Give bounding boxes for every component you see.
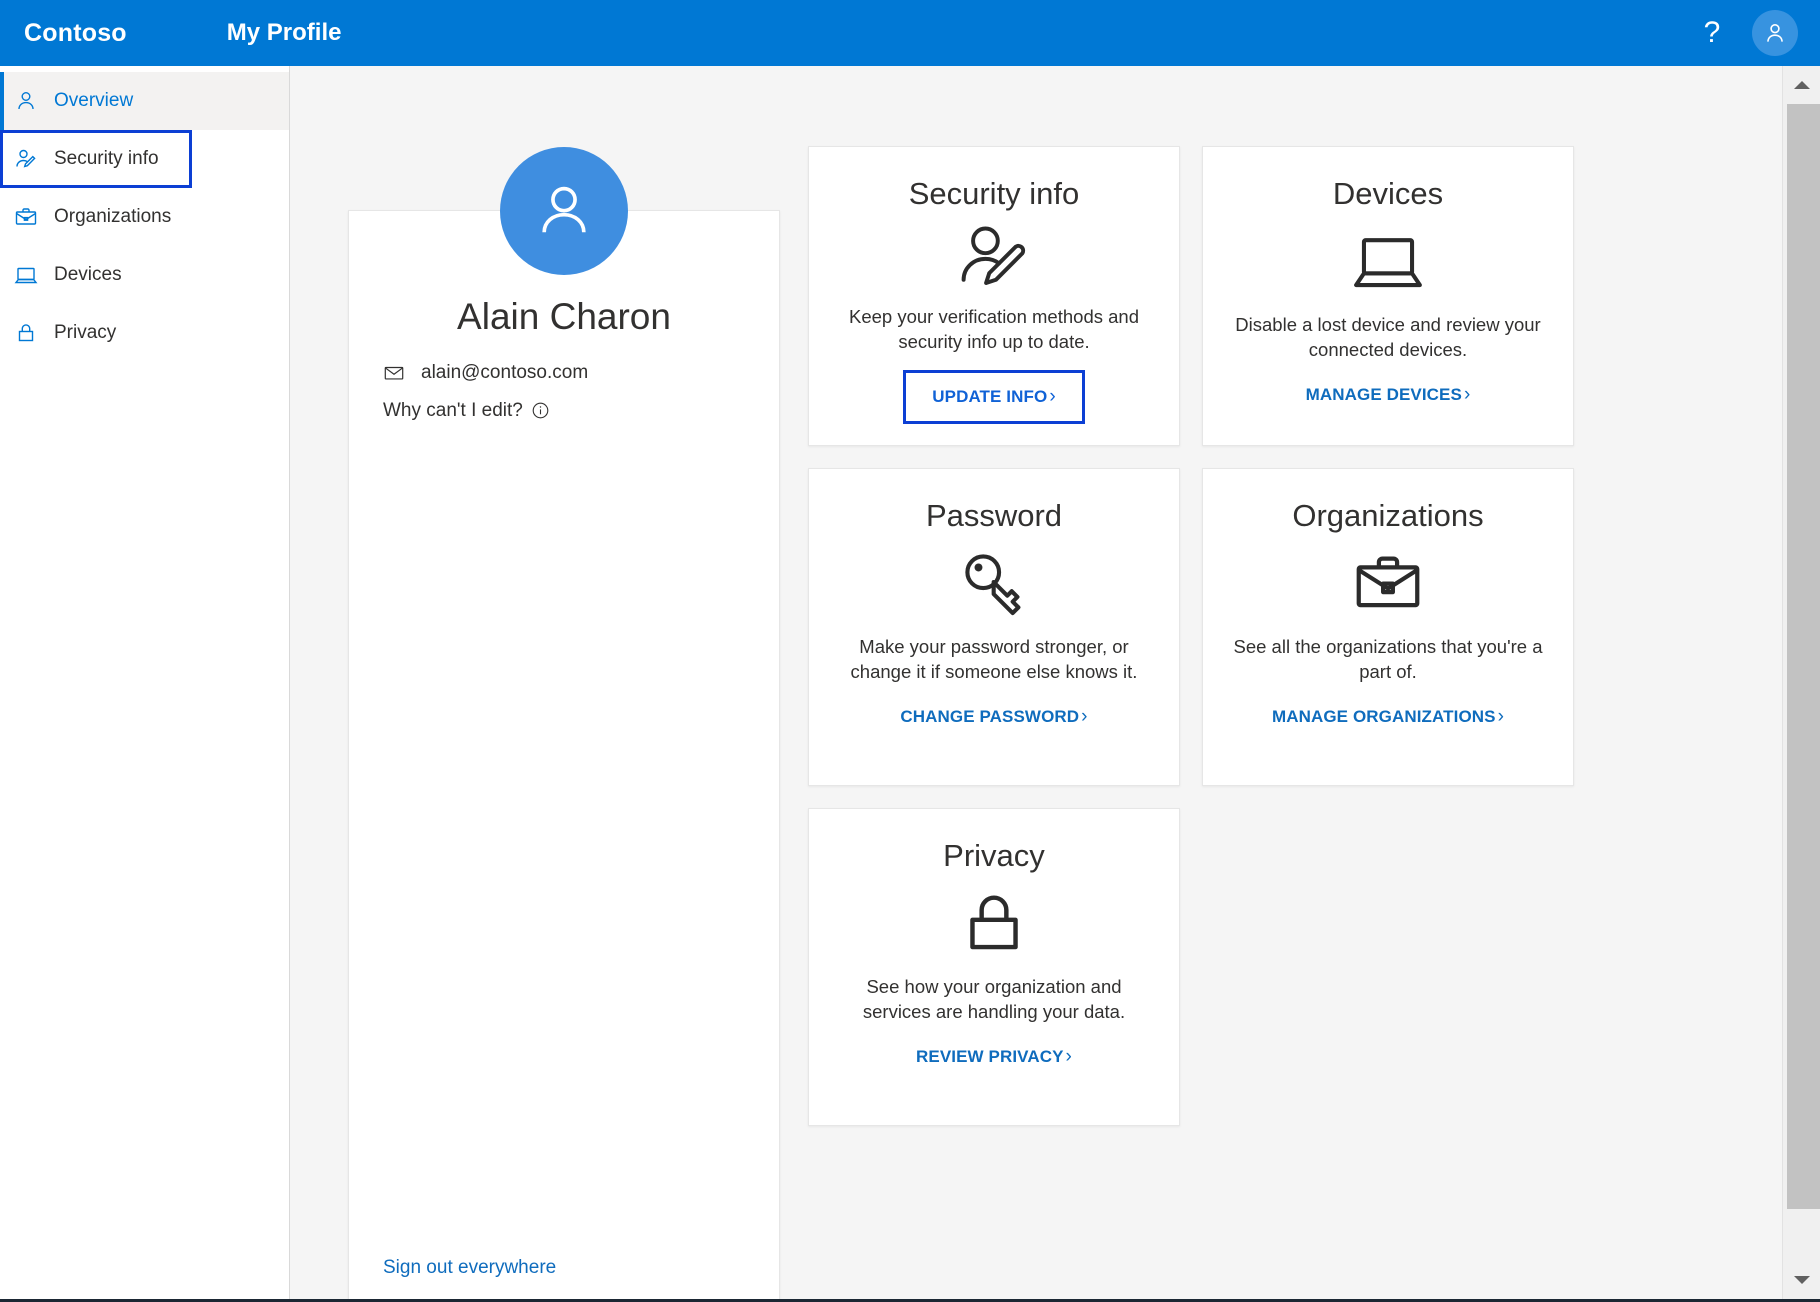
chevron-right-icon: ›: [1066, 1047, 1072, 1066]
card-description: See how your organization and services a…: [835, 975, 1153, 1025]
card-action-label: UPDATE INFO: [932, 387, 1047, 407]
update-info-button[interactable]: UPDATE INFO ›: [906, 373, 1082, 421]
why-cant-i-edit-label: Why can't I edit?: [383, 400, 523, 422]
help-icon[interactable]: ?: [1688, 9, 1736, 57]
person-icon: [1762, 20, 1788, 46]
sidebar-item-security-info[interactable]: Security info: [0, 130, 192, 188]
card-organizations: Organizations See all the organizations …: [1202, 468, 1574, 786]
card-action-label: MANAGE DEVICES: [1306, 385, 1462, 405]
brand-logo-text[interactable]: Contoso: [24, 19, 127, 48]
person-avatar-icon: [530, 177, 598, 245]
avatar: [500, 147, 628, 275]
sidebar-item-privacy[interactable]: Privacy: [0, 304, 289, 362]
card-devices: Devices Disable a lost device and review…: [1202, 146, 1574, 446]
card-title: Organizations: [1292, 499, 1483, 533]
manage-organizations-link[interactable]: MANAGE ORGANIZATIONS ›: [1266, 703, 1510, 731]
cards-grid: Security info Keep your verification met…: [808, 146, 1574, 1299]
card-title: Privacy: [943, 839, 1045, 873]
card-description: Make your password stronger, or change i…: [835, 635, 1153, 685]
scroll-up-button[interactable]: [1783, 66, 1820, 104]
card-title: Password: [926, 499, 1062, 533]
sidebar-item-label: Overview: [54, 90, 133, 112]
card-title: Security info: [909, 177, 1080, 211]
card-description: Keep your verification methods and secur…: [835, 305, 1153, 355]
chevron-up-icon: [1794, 81, 1810, 89]
sign-out-everywhere-link[interactable]: Sign out everywhere: [349, 1257, 779, 1279]
card-security-info: Security info Keep your verification met…: [808, 146, 1180, 446]
chevron-right-icon: ›: [1081, 707, 1087, 726]
person-edit-icon: [14, 146, 48, 172]
content-columns: Alain Charon alain@contoso.com Why can't…: [348, 146, 1574, 1299]
topbar-actions: ?: [1688, 9, 1798, 57]
chevron-right-icon: ›: [1049, 387, 1055, 406]
briefcase-icon: [14, 204, 48, 230]
card-action-label: MANAGE ORGANIZATIONS: [1272, 707, 1496, 727]
vertical-scrollbar[interactable]: [1782, 66, 1820, 1299]
sidebar-item-label: Privacy: [54, 322, 116, 344]
profile-page: Contoso My Profile ? Ov: [0, 0, 1820, 1302]
change-password-link[interactable]: CHANGE PASSWORD ›: [894, 703, 1093, 731]
sidebar-navigation: Overview Security info: [0, 66, 290, 1299]
manage-devices-link[interactable]: MANAGE DEVICES ›: [1300, 381, 1477, 409]
profile-card: Alain Charon alain@contoso.com Why can't…: [348, 210, 780, 1299]
profile-name: Alain Charon: [457, 297, 671, 338]
person-icon: [14, 88, 48, 114]
chevron-right-icon: ›: [1464, 385, 1470, 404]
card-description: See all the organizations that you're a …: [1229, 635, 1547, 685]
account-avatar-button[interactable]: [1752, 10, 1798, 56]
page-title: My Profile: [227, 19, 342, 47]
profile-email-row: alain@contoso.com: [349, 362, 779, 384]
info-icon[interactable]: [531, 401, 550, 420]
main-content: Alain Charon alain@contoso.com Why can't…: [290, 66, 1820, 1299]
review-privacy-link[interactable]: REVIEW PRIVACY ›: [910, 1043, 1078, 1071]
sidebar-item-label: Organizations: [54, 206, 171, 228]
sidebar-item-organizations[interactable]: Organizations: [0, 188, 289, 246]
sidebar-item-devices[interactable]: Devices: [0, 246, 289, 304]
chevron-right-icon: ›: [1498, 707, 1504, 726]
top-navigation-bar: Contoso My Profile ?: [0, 0, 1820, 66]
lock-icon: [14, 320, 48, 346]
page-body: Overview Security info: [0, 66, 1820, 1299]
scrollbar-thumb[interactable]: [1787, 104, 1820, 1209]
key-icon: [956, 541, 1032, 625]
sidebar-item-overview[interactable]: Overview: [0, 72, 289, 130]
card-password: Password Make your password stronger, or…: [808, 468, 1180, 786]
sidebar-item-label: Security info: [54, 148, 159, 170]
profile-email: alain@contoso.com: [421, 362, 588, 384]
lock-icon: [956, 881, 1032, 965]
sidebar-item-label: Devices: [54, 264, 122, 286]
card-privacy: Privacy See how your organization and se…: [808, 808, 1180, 1126]
laptop-icon: [14, 262, 48, 288]
person-edit-icon: [956, 219, 1032, 295]
briefcase-icon: [1349, 541, 1427, 625]
why-cant-i-edit[interactable]: Why can't I edit?: [349, 400, 779, 422]
card-action-label: CHANGE PASSWORD: [900, 707, 1079, 727]
envelope-icon: [383, 362, 411, 384]
card-title: Devices: [1333, 177, 1443, 211]
laptop-icon: [1349, 219, 1427, 303]
chevron-down-icon: [1794, 1276, 1810, 1284]
card-action-label: REVIEW PRIVACY: [916, 1047, 1064, 1067]
scrollbar-track[interactable]: [1783, 104, 1820, 1261]
card-description: Disable a lost device and review your co…: [1229, 313, 1547, 363]
scroll-down-button[interactable]: [1783, 1261, 1820, 1299]
